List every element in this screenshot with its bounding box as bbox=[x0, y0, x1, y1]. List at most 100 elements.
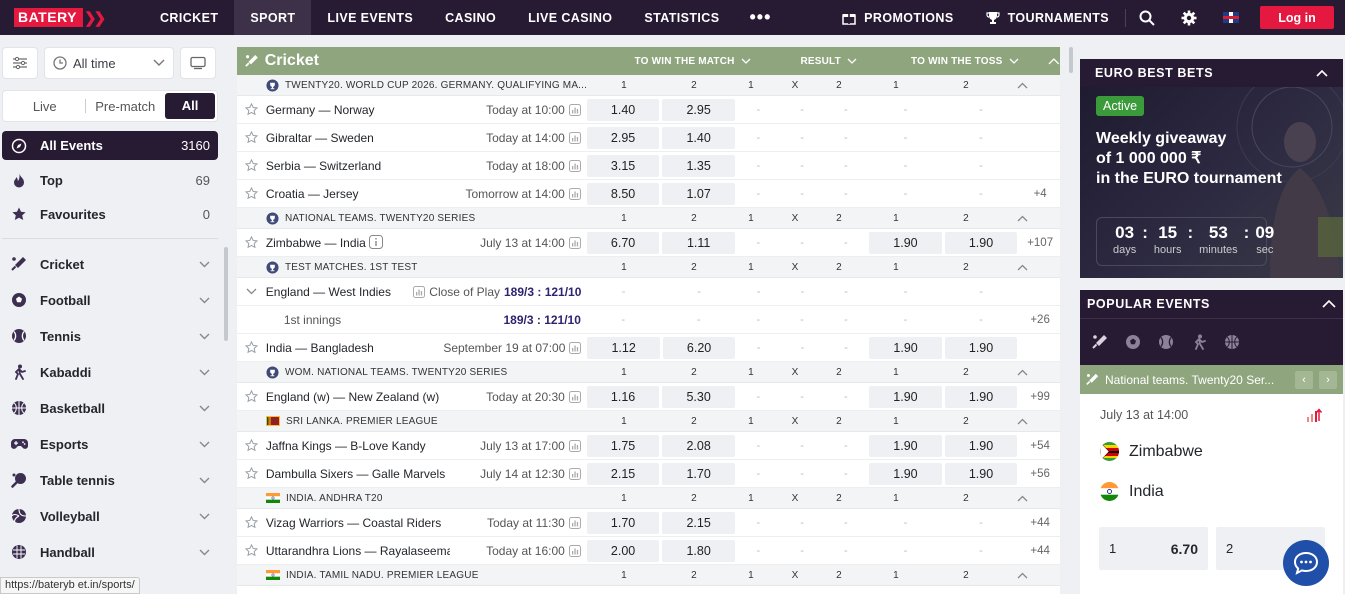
odd-button[interactable]: 2.15 bbox=[586, 462, 660, 485]
event-row[interactable]: India — Bangladesh September 19 at 07:00 1… bbox=[237, 334, 1060, 362]
odd-button[interactable]: 1.90 bbox=[869, 434, 942, 457]
collapse-league-icon[interactable] bbox=[1017, 82, 1028, 89]
stats-icon[interactable] bbox=[569, 341, 582, 354]
info-icon[interactable] bbox=[369, 235, 384, 249]
favourite-star-icon[interactable] bbox=[237, 103, 266, 116]
odd-button[interactable]: 1.90 bbox=[944, 434, 1018, 457]
odd-button[interactable]: 5.30 bbox=[662, 385, 735, 408]
favourite-star-icon[interactable] bbox=[237, 467, 266, 480]
league-header[interactable]: NATIONAL TEAMS. TWENTY20 SERIES 1 2 1 X 2 1 2 bbox=[237, 208, 1060, 229]
nav-statistics[interactable]: STATISTICS bbox=[628, 0, 735, 35]
odd-button[interactable]: 3.15 bbox=[586, 154, 660, 177]
event-row[interactable]: England (w) — New Zealand (w) Today at 20… bbox=[237, 383, 1060, 411]
odd-button[interactable]: 1.90 bbox=[944, 231, 1018, 254]
stats-icon[interactable] bbox=[568, 131, 581, 144]
login-button[interactable]: Log in bbox=[1260, 6, 1334, 29]
more-markets-link[interactable]: +56 bbox=[1020, 468, 1060, 480]
favourite-star-icon[interactable] bbox=[237, 341, 266, 354]
sidebar-item-cricket[interactable]: Cricket bbox=[2, 251, 218, 277]
event-row[interactable]: Jaffna Kings — B-Love Kandy July 13 at 17… bbox=[237, 432, 1060, 460]
odd-button[interactable]: 1.90 bbox=[869, 385, 942, 408]
view-mode-button[interactable] bbox=[180, 47, 216, 79]
odd-button[interactable]: 1.90 bbox=[869, 462, 942, 485]
odd-button[interactable]: 6.70 bbox=[586, 231, 660, 254]
odd-button[interactable]: 1.11 bbox=[662, 231, 735, 254]
batery-logo[interactable]: BATERY ❯❯ bbox=[14, 8, 144, 27]
nav-sport[interactable]: SPORT bbox=[234, 0, 312, 35]
segment-all[interactable]: All bbox=[165, 93, 215, 119]
filter-settings-button[interactable] bbox=[2, 47, 38, 79]
favourite-star-icon[interactable] bbox=[237, 516, 266, 529]
more-markets-link[interactable]: +107 bbox=[1020, 237, 1060, 249]
stats-icon[interactable] bbox=[568, 103, 581, 116]
collapse-league-icon[interactable] bbox=[1017, 418, 1028, 425]
collapse-league-icon[interactable] bbox=[1017, 495, 1028, 502]
event-row[interactable]: England — West Indies Close of Play 189/3 … bbox=[237, 278, 1060, 306]
event-row[interactable]: Zimbabwe — India July 13 at 14:00 6.70 1.1… bbox=[237, 229, 1060, 257]
odd-button[interactable]: 1.35 bbox=[662, 154, 735, 177]
odd-button[interactable]: 2.95 bbox=[662, 98, 735, 121]
sidebar-item-top[interactable]: Top 69 bbox=[2, 167, 218, 193]
stats-icon[interactable] bbox=[568, 439, 581, 452]
collapse-league-icon[interactable] bbox=[1017, 215, 1028, 222]
segment-live[interactable]: Live bbox=[5, 99, 85, 114]
event-row[interactable]: Vizag Warriors — Coastal Riders Today at … bbox=[237, 509, 1060, 537]
market-to-win-match[interactable]: TO WIN THE MATCH bbox=[621, 56, 764, 67]
league-header[interactable]: TEST MATCHES. 1ST TEST 1 2 1 X 2 1 2 bbox=[237, 257, 1060, 278]
odd-button[interactable]: 1.75 bbox=[586, 434, 660, 457]
league-header[interactable]: WOM. NATIONAL TEAMS. TWENTY20 SERIES 1 2 1 X… bbox=[237, 362, 1060, 383]
odd-button[interactable]: 1.80 bbox=[662, 539, 735, 562]
favourite-star-icon[interactable] bbox=[237, 187, 266, 200]
nav-live-events[interactable]: LIVE EVENTS bbox=[311, 0, 429, 35]
event-row[interactable]: Germany — Norway Today at 10:00 1.40 2.95 - -… bbox=[237, 96, 1060, 124]
odd-button[interactable]: 2.00 bbox=[586, 539, 660, 562]
euro-header[interactable]: EURO BEST BETS bbox=[1080, 59, 1343, 87]
sidebar-item-basketball[interactable]: Basketball bbox=[2, 395, 218, 421]
tournaments-link[interactable]: TOURNAMENTS bbox=[970, 11, 1125, 25]
more-markets-link[interactable]: +44 bbox=[1020, 517, 1060, 529]
odd-button[interactable]: 1.40 bbox=[586, 98, 660, 121]
favourite-star-icon[interactable] bbox=[237, 131, 266, 144]
popular-header[interactable]: POPULAR EVENTS bbox=[1080, 290, 1343, 318]
event-row[interactable]: 1st innings 189/3 : 121/10 - - - - - - - +26 bbox=[237, 306, 1060, 334]
stats-icon[interactable] bbox=[568, 467, 581, 480]
stats-icon[interactable] bbox=[568, 390, 581, 403]
sidebar-scrollbar[interactable] bbox=[224, 247, 228, 341]
nav-live-casino[interactable]: LIVE CASINO bbox=[512, 0, 628, 35]
nav-more-button[interactable]: ••• bbox=[735, 0, 785, 35]
sidebar-item-table-tennis[interactable]: Table tennis bbox=[2, 467, 218, 493]
sidebar-item-tennis[interactable]: Tennis bbox=[2, 323, 218, 349]
next-league-button[interactable]: › bbox=[1319, 370, 1337, 389]
stats-icon[interactable] bbox=[568, 236, 581, 249]
collapse-league-icon[interactable] bbox=[1017, 264, 1028, 271]
odd-button[interactable]: 1.70 bbox=[586, 511, 660, 534]
event-row[interactable]: Croatia — Jersey Tomorrow at 14:00 8.50 1.0… bbox=[237, 180, 1060, 208]
odd-button[interactable]: 1.90 bbox=[944, 336, 1018, 359]
chevron-up-icon[interactable] bbox=[1048, 57, 1060, 65]
odd-button[interactable]: 1.40 bbox=[662, 126, 735, 149]
odd-button[interactable]: 1.07 bbox=[662, 182, 735, 205]
favourite-star-icon[interactable] bbox=[237, 159, 266, 172]
odd-button[interactable]: 2.15 bbox=[662, 511, 735, 534]
event-row[interactable]: Serbia — Switzerland Today at 18:00 3.15 1.… bbox=[237, 152, 1060, 180]
sidebar-item-handball[interactable]: Handball bbox=[2, 539, 218, 565]
odd-button[interactable]: 1.90 bbox=[944, 385, 1018, 408]
collapse-league-icon[interactable] bbox=[1017, 572, 1028, 579]
stats-icon[interactable] bbox=[413, 285, 426, 298]
favourite-star-icon[interactable] bbox=[237, 390, 266, 403]
odd-button[interactable]: 1.16 bbox=[586, 385, 660, 408]
tennis-ball-icon[interactable] bbox=[1158, 334, 1174, 350]
nav-casino[interactable]: CASINO bbox=[429, 0, 512, 35]
more-markets-link[interactable]: +54 bbox=[1020, 440, 1060, 452]
collapse-league-icon[interactable] bbox=[1017, 369, 1028, 376]
language-button[interactable] bbox=[1210, 0, 1252, 35]
sidebar-item-football[interactable]: Football bbox=[2, 287, 218, 313]
sidebar-item-kabaddi[interactable]: Kabaddi bbox=[2, 359, 218, 385]
search-button[interactable] bbox=[1126, 0, 1168, 35]
more-markets-link[interactable]: +4 bbox=[1020, 188, 1060, 200]
odd-button[interactable]: 8.50 bbox=[586, 182, 660, 205]
league-header[interactable]: TWENTY20. WORLD CUP 2026. GERMANY. QUALI… bbox=[237, 75, 1060, 96]
settings-button[interactable] bbox=[1168, 0, 1210, 35]
sidebar-item-favourites[interactable]: Favourites 0 bbox=[2, 201, 218, 227]
favourite-star-icon[interactable] bbox=[237, 544, 266, 557]
